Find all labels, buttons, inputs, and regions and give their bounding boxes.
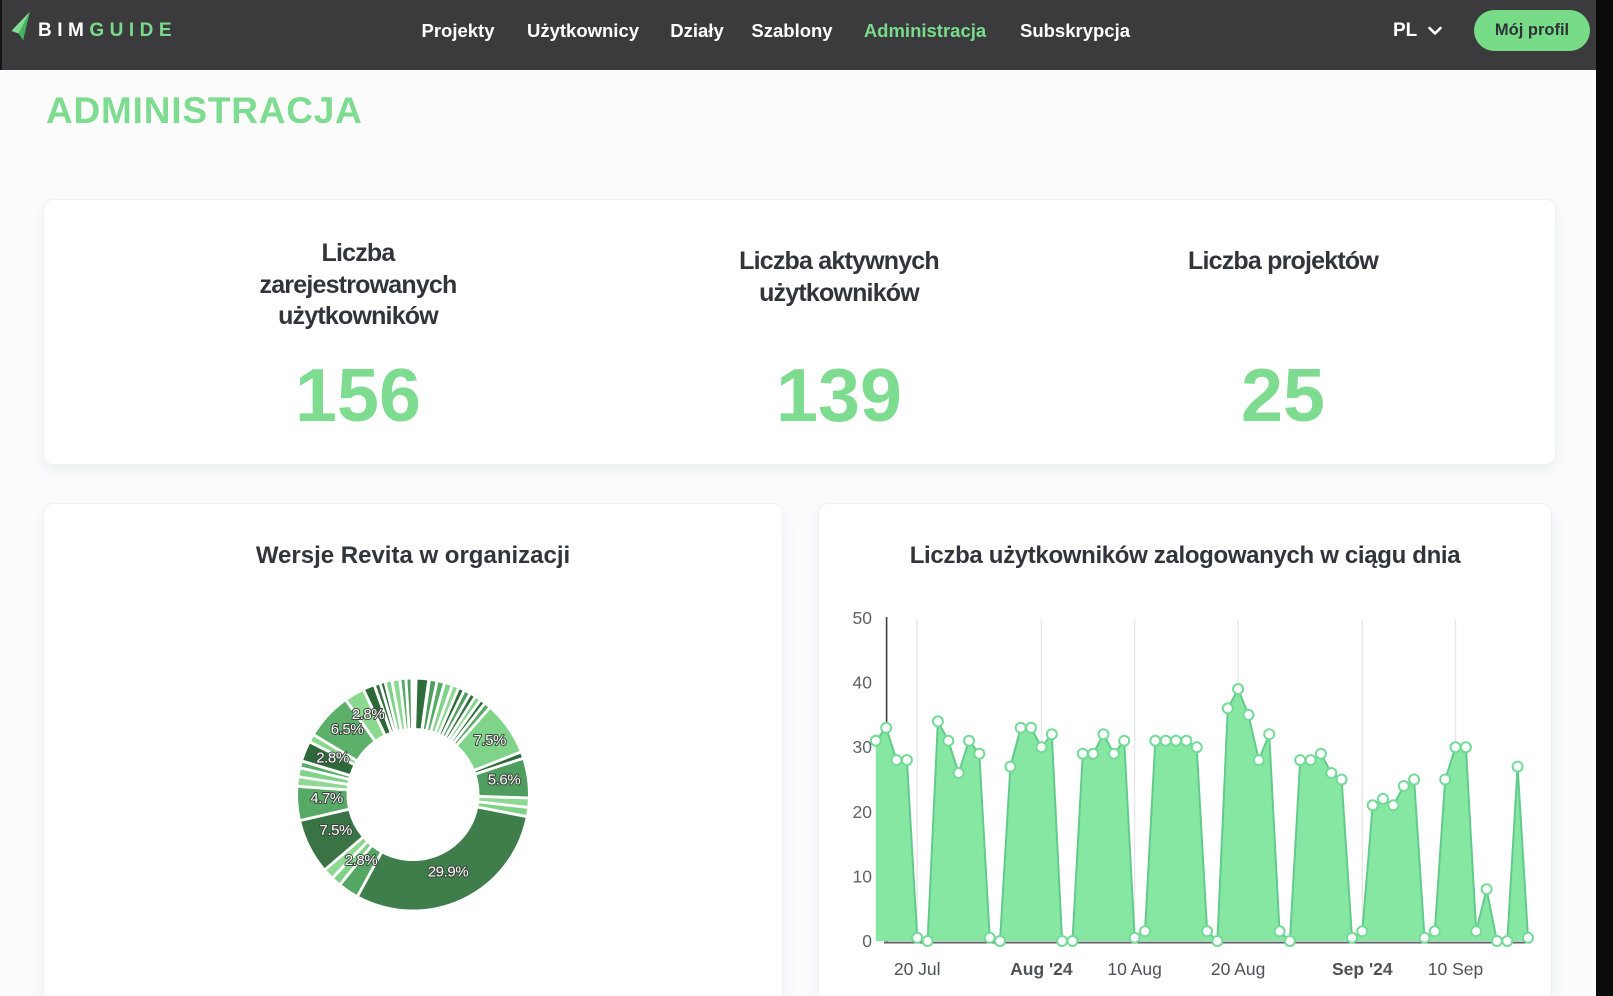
svg-text:7.5%: 7.5% <box>473 732 506 749</box>
svg-text:40: 40 <box>853 673 873 693</box>
svg-text:Sep '24: Sep '24 <box>1332 959 1393 979</box>
svg-text:20: 20 <box>853 802 873 822</box>
svg-text:2.8%: 2.8% <box>352 706 385 723</box>
svg-text:10 Aug: 10 Aug <box>1107 959 1162 979</box>
svg-text:0: 0 <box>862 931 872 951</box>
svg-text:2.8%: 2.8% <box>345 852 378 869</box>
svg-text:5.6%: 5.6% <box>488 772 521 789</box>
svg-text:30: 30 <box>853 737 873 757</box>
svg-text:2.8%: 2.8% <box>316 750 349 767</box>
svg-text:10: 10 <box>853 866 873 886</box>
svg-text:Aug '24: Aug '24 <box>1010 959 1073 979</box>
svg-text:4.7%: 4.7% <box>310 790 343 807</box>
svg-text:6.5%: 6.5% <box>331 721 364 738</box>
svg-text:20 Aug: 20 Aug <box>1211 959 1266 979</box>
svg-text:20 Jul: 20 Jul <box>894 959 941 979</box>
svg-text:10 Sep: 10 Sep <box>1428 959 1483 979</box>
svg-text:7.5%: 7.5% <box>319 822 352 839</box>
svg-text:29.9%: 29.9% <box>428 863 469 880</box>
svg-text:50: 50 <box>853 608 873 628</box>
